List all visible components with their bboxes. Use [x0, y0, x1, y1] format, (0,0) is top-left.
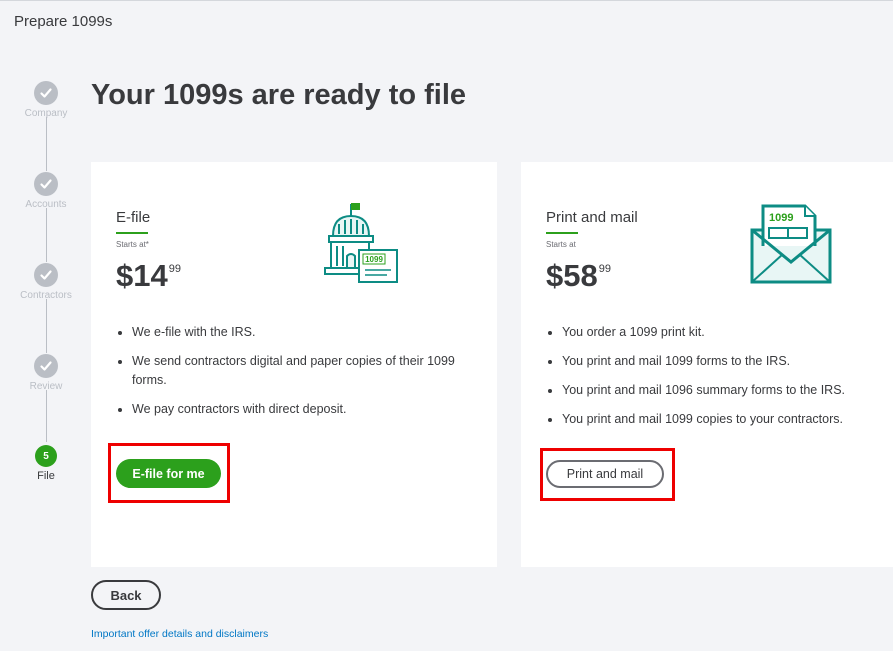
- price-cents: 99: [168, 263, 181, 275]
- checkmark-icon: [34, 354, 58, 378]
- checkmark-icon: [34, 263, 58, 287]
- step-label: Accounts: [25, 199, 67, 210]
- disclaimer-link[interactable]: Important offer details and disclaimers: [91, 628, 268, 640]
- step-label: Company: [24, 108, 68, 119]
- government-building-icon: 1099: [324, 203, 398, 283]
- efile-for-me-button[interactable]: E-file for me: [116, 459, 221, 488]
- step-connector: [46, 208, 47, 262]
- step-label: Review: [29, 381, 63, 392]
- step-label: File: [37, 470, 55, 482]
- efile-card: E-file Starts at* $1499 1099 We e-file w…: [91, 162, 497, 567]
- price-cents: 99: [598, 263, 611, 275]
- price: $5899: [546, 258, 611, 294]
- price-dollars: $58: [546, 258, 598, 293]
- starts-at-label: Starts at: [546, 240, 576, 249]
- checkmark-icon: [34, 81, 58, 105]
- title-underline: [116, 232, 148, 234]
- list-item: We e-file with the IRS.: [116, 323, 461, 342]
- step-label: Contractors: [20, 290, 72, 301]
- step-contractors[interactable]: Contractors: [0, 263, 92, 301]
- price-dollars: $14: [116, 258, 168, 293]
- window-title: Prepare 1099s: [14, 13, 113, 30]
- list-item: We send contractors digital and paper co…: [116, 352, 461, 390]
- page-heading: Your 1099s are ready to file: [91, 79, 467, 111]
- step-connector: [46, 299, 47, 353]
- price: $1499: [116, 258, 181, 294]
- step-connector: [46, 117, 47, 171]
- step-company[interactable]: Company: [0, 81, 92, 119]
- print-feature-list: You order a 1099 print kit. You print an…: [546, 323, 891, 439]
- checkmark-icon: [34, 172, 58, 196]
- form-1099-label: 1099: [365, 255, 383, 264]
- print-and-mail-button[interactable]: Print and mail: [546, 460, 664, 488]
- list-item: We pay contractors with direct deposit.: [116, 400, 461, 419]
- step-number: 5: [35, 445, 57, 467]
- title-underline: [546, 232, 578, 234]
- card-title: E-file: [116, 209, 151, 226]
- step-connector: [46, 390, 47, 442]
- list-item: You print and mail 1099 forms to the IRS…: [546, 352, 891, 371]
- print-card: Print and mail Starts at $5899 1099 You …: [521, 162, 893, 567]
- back-button[interactable]: Back: [91, 580, 161, 610]
- list-item: You order a 1099 print kit.: [546, 323, 891, 342]
- mail-envelope-icon: 1099: [750, 204, 832, 284]
- efile-feature-list: We e-file with the IRS. We send contract…: [116, 323, 461, 429]
- list-item: You print and mail 1096 summary forms to…: [546, 381, 891, 400]
- step-accounts[interactable]: Accounts: [0, 172, 92, 210]
- step-review[interactable]: Review: [0, 354, 92, 392]
- step-file: 5 File: [0, 445, 92, 482]
- starts-at-label: Starts at*: [116, 240, 149, 249]
- form-1099-label: 1099: [769, 212, 793, 224]
- list-item: You print and mail 1099 copies to your c…: [546, 410, 891, 429]
- card-title: Print and mail: [546, 209, 638, 226]
